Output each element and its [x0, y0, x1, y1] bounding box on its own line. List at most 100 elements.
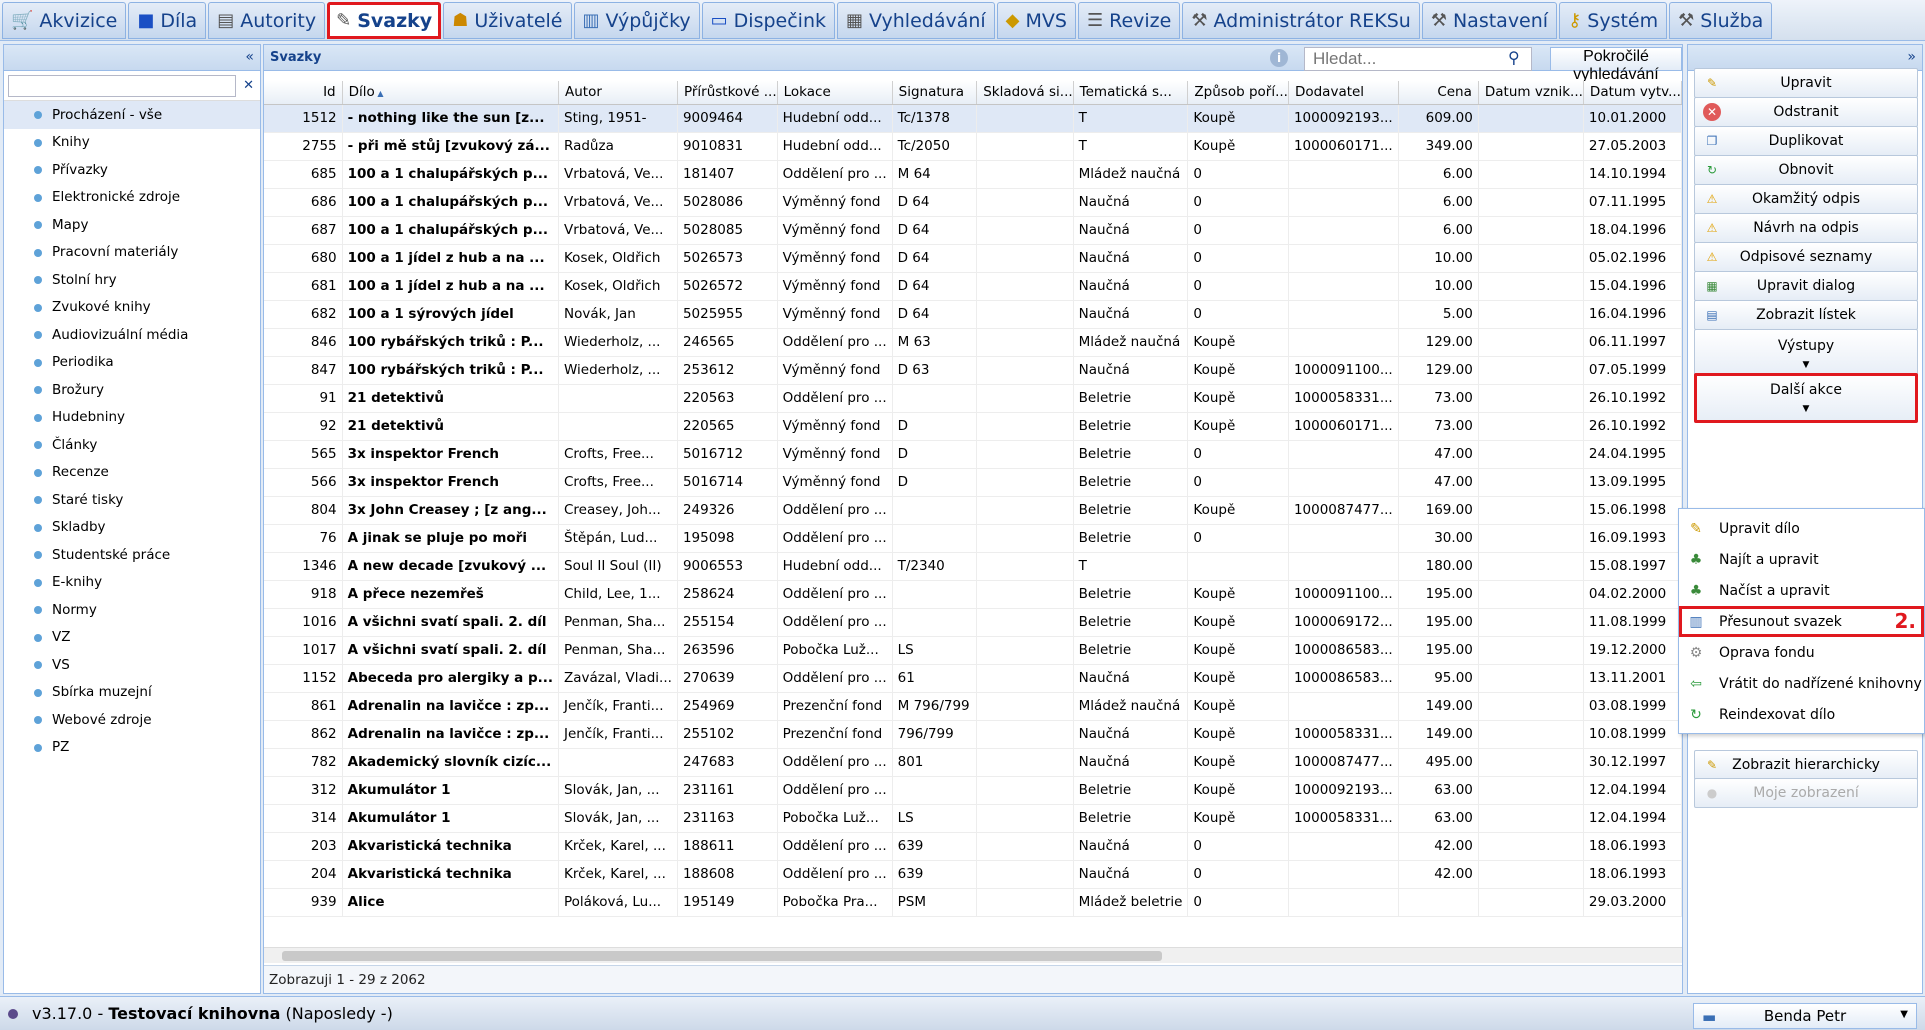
table-row[interactable]: 1152 Abeceda pro alergiky a p... Zavázal, … [264, 664, 1683, 693]
tree-item[interactable]: Staré tisky [4, 486, 260, 514]
tree-item[interactable]: Studentské práce [4, 541, 260, 569]
table-row[interactable]: 2755- při mě stůj [zvukový zá... Radůza 90… [264, 132, 1683, 161]
tree-item[interactable]: Periodika [4, 349, 260, 377]
tree-item[interactable]: VZ [4, 624, 260, 652]
action-button-2[interactable]: ✕ Odstranit [1694, 97, 1918, 127]
collapse-right-icon[interactable]: » [1907, 49, 1916, 65]
table-row[interactable]: 680 100 a 1 jídel z hub a na ... Kosek, Ol… [264, 244, 1683, 273]
column-header[interactable]: Signatura [892, 81, 978, 105]
tree-item[interactable]: Procházení - vše [4, 101, 260, 129]
tree-item[interactable]: Recenze [4, 459, 260, 487]
column-header[interactable]: Dodavatel [1288, 81, 1399, 105]
column-header[interactable]: Autor [558, 81, 678, 105]
tree-item[interactable]: E-knihy [4, 569, 260, 597]
tree-item[interactable]: Webové zdroje [4, 706, 260, 734]
show-hierarchy-button[interactable]: ✎ Zobrazit hierarchicky [1694, 750, 1918, 780]
tree-filter-input[interactable] [8, 75, 236, 97]
action-button-5[interactable]: ⚠ Okamžitý odpis [1694, 184, 1918, 214]
column-header[interactable]: Dílo ▲ [342, 81, 560, 105]
column-header[interactable]: Lokace [777, 81, 893, 105]
column-header[interactable]: Přírůstkové ... [677, 81, 778, 105]
table-row[interactable]: 918 A přece nezemřeš Child, Lee, 1... 25862… [264, 580, 1683, 609]
tab-system[interactable]: ⚷ Systém [1559, 2, 1668, 39]
tree-item[interactable]: PZ [4, 734, 260, 762]
table-row[interactable]: 847 100 rybářských triků : P... Wiederholz… [264, 356, 1683, 385]
table-row[interactable]: 1016 A všichni svatí spali. 2. díl Penman,… [264, 608, 1683, 637]
table-row[interactable]: 862 Adrenalin na lavičce : zp... Jenčík, F… [264, 720, 1683, 749]
tab-nastaveni[interactable]: ⚒ Nastavení [1421, 2, 1558, 39]
action-button-7[interactable]: ⚠ Odpisové seznamy [1694, 242, 1918, 272]
tab-akvizice[interactable]: 🛒 Akvizice [2, 2, 127, 39]
table-row[interactable]: 204 Akvaristická technika Krček, Karel, ..… [264, 860, 1683, 889]
table-row[interactable]: 314 Akumulátor 1 Slovák, Jan, ... 231163 Pob… [264, 804, 1683, 833]
column-header[interactable]: Způsob poří... [1187, 81, 1289, 105]
action-button-6[interactable]: ⚠ Návrh na odpis [1694, 213, 1918, 243]
menu-item[interactable]: ✎ Upravit dílo [1679, 513, 1924, 544]
tree-item[interactable]: Brožury [4, 376, 260, 404]
outputs-button[interactable]: Výstupy ▼ [1694, 329, 1918, 379]
info-icon[interactable]: i [1270, 49, 1288, 67]
tree-item[interactable]: Pracovní materiály [4, 239, 260, 267]
tree-item[interactable]: VS [4, 651, 260, 679]
tab-dispecink[interactable]: ▭ Dispečink [701, 2, 835, 39]
horizontal-scrollbar[interactable] [264, 947, 1682, 963]
my-view-button[interactable]: ● Moje zobrazení [1694, 778, 1918, 808]
table-row[interactable]: 1346 A new decade [zvukový ... Soul II Sou… [264, 552, 1683, 581]
table-row[interactable]: 846 100 rybářských triků : P... Wiederholz… [264, 328, 1683, 357]
tree-item[interactable]: Články [4, 431, 260, 459]
user-menu-button[interactable]: ▬ Benda Petr ▼ [1693, 1003, 1917, 1029]
action-button-3[interactable]: ❐ Duplikovat [1694, 126, 1918, 156]
column-header[interactable]: Tematická s... [1073, 81, 1189, 105]
table-row[interactable]: 312 Akumulátor 1 Slovák, Jan, ... 231161 Odd… [264, 776, 1683, 805]
tab-revize[interactable]: ☰ Revize [1077, 2, 1181, 39]
tab-vypujcky[interactable]: ▥ Výpůjčky [573, 2, 700, 39]
tab-administrator[interactable]: ⚒ Administrátor REKSu [1182, 2, 1420, 39]
search-input[interactable] [1304, 47, 1532, 71]
tab-sluzba[interactable]: ⚒ Služba [1669, 2, 1773, 39]
table-row[interactable]: 565 3x inspektor French Crofts, Free... 501… [264, 440, 1683, 469]
column-header[interactable]: Cena [1398, 81, 1479, 105]
table-row[interactable]: 682 100 a 1 sýrových jídel Novák, Jan 50259… [264, 300, 1683, 329]
tree-item[interactable]: Stolní hry [4, 266, 260, 294]
tree-item[interactable]: Knihy [4, 129, 260, 157]
tab-autority[interactable]: ▤ Autority [208, 2, 326, 39]
table-row[interactable]: 1017 A všichni svatí spali. 2. díl Penman,… [264, 636, 1683, 665]
tree-item[interactable]: Přívazky [4, 156, 260, 184]
menu-item[interactable]: ▥ Přesunout svazek 2. [1679, 606, 1924, 637]
table-row[interactable]: 681 100 a 1 jídel z hub a na ... Kosek, Ol… [264, 272, 1683, 301]
column-header[interactable]: Datum vznik... [1478, 81, 1584, 105]
table-row[interactable]: 782 Akademický slovník cizíc... 247683 Oddě… [264, 748, 1683, 777]
collapse-left-icon[interactable]: « [245, 49, 254, 65]
tab-vyhledavani[interactable]: ▦ Vyhledávání [837, 2, 995, 39]
tree-item[interactable]: Zvukové knihy [4, 294, 260, 322]
clear-filter-icon[interactable]: ✕ [243, 78, 254, 93]
table-row[interactable]: 92 21 detektivů 220565 Výměnný fond D Beletri… [264, 412, 1683, 441]
table-row[interactable]: 804 3x John Creasey ; [z ang... Creasey, J… [264, 496, 1683, 525]
table-row[interactable]: 861 Adrenalin na lavičce : zp... Jenčík, F… [264, 692, 1683, 721]
search-icon[interactable]: ⚲ [1508, 48, 1520, 67]
menu-item[interactable]: ⇦ Vrátit do nadřízené knihovny [1679, 668, 1924, 699]
tree-item[interactable]: Elektronické zdroje [4, 184, 260, 212]
table-row[interactable]: 1512- nothing like the sun [z... Sting, 1… [264, 104, 1683, 133]
scrollbar-thumb[interactable] [282, 951, 1162, 961]
table-row[interactable]: 566 3x inspektor French Crofts, Free... 501… [264, 468, 1683, 497]
tab-uzivatele[interactable]: ☗ Uživatelé [443, 2, 572, 39]
advanced-search-button[interactable]: Pokročilé vyhledávání [1550, 47, 1682, 83]
tab-svazky[interactable]: ✎ Svazky [327, 2, 442, 39]
menu-item[interactable]: ⚙ Oprava fondu [1679, 637, 1924, 668]
tree-item[interactable]: Hudebniny [4, 404, 260, 432]
action-button-8[interactable]: ▦ Upravit dialog [1694, 271, 1918, 301]
table-row[interactable]: 686 100 a 1 chalupářských p... Vrbatová, V… [264, 188, 1683, 217]
table-row[interactable]: 91 21 detektivů 220563 Oddělení pro ... Bele… [264, 384, 1683, 413]
tree-item[interactable]: Skladby [4, 514, 260, 542]
action-button-9[interactable]: ▤ Zobrazit lístek [1694, 300, 1918, 330]
action-button-4[interactable]: ↻ Obnovit [1694, 155, 1918, 185]
table-row[interactable]: 203 Akvaristická technika Krček, Karel, ..… [264, 832, 1683, 861]
menu-item[interactable]: ↻ Reindexovat dílo [1679, 699, 1924, 730]
menu-item[interactable]: ♣ Načíst a upravit [1679, 575, 1924, 606]
tab-dila[interactable]: ■ Díla [128, 2, 207, 39]
action-button-1[interactable]: ✎ Upravit [1694, 68, 1918, 98]
column-header[interactable]: Datum vytv... [1583, 81, 1683, 105]
tree-item[interactable]: Audiovizuální média [4, 321, 260, 349]
table-row[interactable]: 939 Alice Poláková, Lu... 195149 Pobočka Pra… [264, 888, 1683, 917]
